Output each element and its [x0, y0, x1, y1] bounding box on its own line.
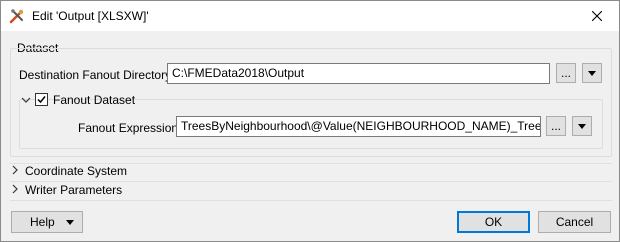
- coordinate-system-section[interactable]: Coordinate System: [25, 164, 127, 178]
- triangle-down-icon: [578, 123, 586, 129]
- ok-button-label: OK: [484, 215, 503, 229]
- fanout-dropdown-button[interactable]: [572, 116, 592, 136]
- writer-parameters-section[interactable]: Writer Parameters: [25, 183, 122, 197]
- chevron-right-icon[interactable]: [10, 165, 20, 175]
- destination-directory-input[interactable]: C:\FMEData2018\Output: [167, 63, 550, 84]
- destination-browse-button[interactable]: ...: [556, 63, 576, 83]
- checkmark-icon: [37, 96, 46, 104]
- cancel-button[interactable]: Cancel: [538, 211, 611, 233]
- help-button-label: Help: [30, 215, 55, 229]
- triangle-down-icon: [66, 220, 74, 225]
- destination-directory-label: Destination Fanout Directory:: [19, 68, 175, 82]
- window-title: Edit 'Output [XLSXW]': [32, 9, 149, 23]
- fanout-expression-label: Fanout Expression:: [78, 121, 182, 135]
- chevron-right-icon[interactable]: [10, 184, 20, 194]
- triangle-down-icon: [588, 70, 596, 76]
- fanout-dataset-label: Fanout Dataset: [53, 93, 136, 107]
- fanout-expression-input[interactable]: TreesByNeighbourhood\@Value(NEIGHBOURHOO…: [176, 116, 541, 137]
- fanout-dataset-checkbox[interactable]: [35, 93, 48, 106]
- section-divider: [10, 200, 612, 201]
- section-divider: [10, 181, 612, 182]
- cancel-button-label: Cancel: [555, 215, 594, 229]
- close-icon: [592, 11, 602, 21]
- destination-dropdown-button[interactable]: [582, 63, 602, 83]
- ok-button[interactable]: OK: [457, 211, 530, 233]
- chevron-down-icon[interactable]: [21, 95, 31, 105]
- edit-output-dialog: Edit 'Output [XLSXW]' Dataset Destinatio…: [0, 0, 620, 242]
- title-bar: Edit 'Output [XLSXW]': [1, 1, 619, 31]
- close-button[interactable]: [575, 1, 619, 31]
- fme-workbench-icon: [9, 9, 24, 24]
- help-button[interactable]: Help: [11, 211, 83, 233]
- fanout-browse-button[interactable]: ...: [546, 116, 566, 136]
